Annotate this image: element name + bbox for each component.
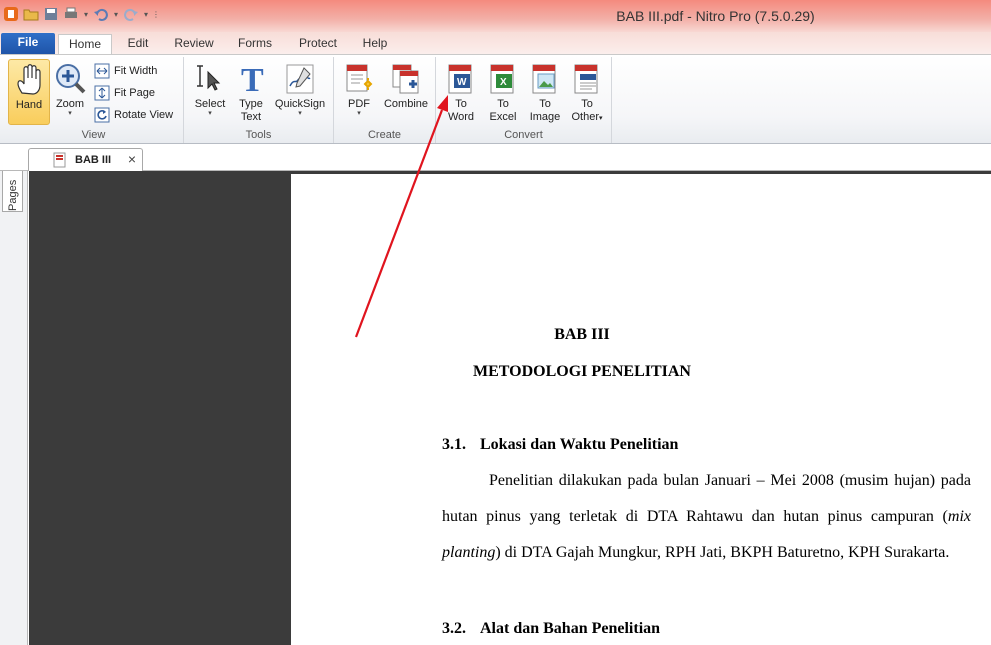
create-group-label: Create [367,129,402,141]
tab-help[interactable]: Help [354,34,396,54]
to-image-button[interactable]: To Image [526,59,564,124]
tab-home[interactable]: Home [58,34,112,54]
fit-width-label: Fit Width [114,65,158,77]
svg-text:X: X [500,77,507,88]
to-word-button[interactable]: W To Word [442,59,480,124]
close-tab-icon[interactable]: × [128,151,136,167]
type-text-button[interactable]: T Type Text [232,59,270,124]
viewer-background [29,171,291,645]
hand-button[interactable]: Hand [8,59,50,125]
paragraph-text-a: Penelitian dilakukan pada bulan Januari … [442,472,971,525]
view-group-label: View [81,129,106,141]
pdf-dropdown-icon[interactable]: ▾ [340,110,378,117]
to-image-label-1: To [539,98,551,110]
pages-panel-label: Pages [7,179,19,211]
paragraph-text-b: ) di DTA Gajah Mungkur, RPH Jati, BKPH B… [495,544,950,561]
to-word-label-2: Word [447,111,475,123]
tab-file[interactable]: File [1,33,55,54]
zoom-label: Zoom [55,98,85,110]
fit-page-button[interactable]: Fit Page [94,84,155,102]
select-cursor-icon [197,65,221,91]
rotate-view-icon [94,107,110,123]
zoom-button[interactable]: Zoom ▾ [52,59,88,125]
document-page: BAB III METODOLOGI PENELITIAN 3.1. Lokas… [291,171,991,645]
pdf-label: PDF [348,98,370,110]
fit-width-button[interactable]: Fit Width [94,62,157,80]
quicksign-label: QuickSign [274,98,326,110]
side-panel: Pages [0,144,28,645]
quicksign-button[interactable]: QuickSign ▾ [272,59,328,117]
quicksign-dropdown-icon[interactable]: ▾ [272,110,328,117]
zoom-icon [56,64,86,94]
quicksign-icon [286,64,314,94]
tab-review[interactable]: Review [166,34,222,54]
create-group: PDF ▾ Combine Create [334,57,436,143]
other-format-icon [574,64,598,94]
tools-group-label: Tools [245,129,272,141]
tab-protect[interactable]: Protect [290,34,346,54]
pdf-button[interactable]: PDF ▾ [340,59,378,117]
zoom-dropdown-icon[interactable]: ▾ [52,110,88,117]
section-number: 3.1. [442,436,466,453]
document-tab-strip: BAB III × [0,144,991,171]
select-dropdown-icon[interactable]: ▾ [190,110,230,117]
excel-spreadsheet-icon: X [490,64,514,94]
hand-icon [17,64,41,95]
fit-width-icon [94,63,110,79]
section-number: 3.2. [442,620,466,637]
image-file-icon [532,64,556,94]
ribbon: Hand Zoom ▾ Fit Width Fit Page Rotate Vi… [0,54,991,144]
pdf-create-icon [346,64,373,92]
chapter-heading: BAB III [554,326,610,343]
to-excel-button[interactable]: X To Excel [484,59,522,124]
convert-group: W To Word X To Excel To Image To Other▾ … [436,57,612,143]
to-excel-label-2: Excel [489,111,517,123]
combine-button[interactable]: Combine [380,59,432,111]
convert-group-label: Convert [504,129,543,141]
to-image-label-2: Image [529,111,561,123]
paragraph-3-1: Penelitian dilakukan pada bulan Januari … [442,463,971,571]
fit-page-icon [94,85,110,101]
to-other-button[interactable]: To Other▾ [566,59,608,125]
chapter-title: METODOLOGI PENELITIAN [473,363,691,380]
select-label: Select [194,98,226,110]
tab-edit[interactable]: Edit [118,34,158,54]
section-title: Lokasi dan Waktu Penelitian [480,436,679,453]
select-button[interactable]: Select ▾ [190,59,230,117]
combine-label: Combine [383,98,429,110]
to-other-label-2: Other [571,111,599,123]
to-other-dropdown-icon[interactable]: ▾ [599,115,603,122]
hand-label: Hand [15,99,43,111]
svg-text:T: T [241,62,264,96]
type-text-label-2: Text [240,111,262,123]
svg-text:W: W [457,77,467,88]
to-word-label-1: To [455,98,467,110]
menu-tabs: File Home Edit Review Forms Protect Help [0,32,991,54]
section-heading-3-2: 3.2. Alat dan Bahan Penelitian [442,620,660,638]
section-title: Alat dan Bahan Penelitian [480,620,661,637]
window-title: BAB III.pdf - Nitro Pro (7.5.0.29) [616,8,815,24]
to-excel-label-1: To [497,98,509,110]
type-text-icon: T [241,62,264,96]
rotate-view-label: Rotate View [114,109,174,121]
fit-page-label: Fit Page [114,87,155,99]
combine-icon [392,64,419,94]
rotate-view-button[interactable]: Rotate View [94,106,173,124]
to-other-label-1: To [581,98,593,110]
document-tab[interactable]: BAB III × [28,148,143,171]
document-tab-name: BAB III [75,154,112,166]
pdf-file-icon [53,152,66,168]
word-document-icon: W [448,64,472,94]
view-group: Hand Zoom ▾ Fit Width Fit Page Rotate Vi… [4,57,184,143]
tab-forms[interactable]: Forms [230,34,280,54]
tools-group: Select ▾ T Type Text QuickSign ▾ Tools [184,57,334,143]
title-bar: ▾ ▾ ▾ ⋮ BAB III.pdf - Nitro Pro (7.5.0.2… [0,0,991,32]
type-text-label-1: Type [239,98,263,110]
section-heading-3-1: 3.1. Lokasi dan Waktu Penelitian [442,436,678,454]
